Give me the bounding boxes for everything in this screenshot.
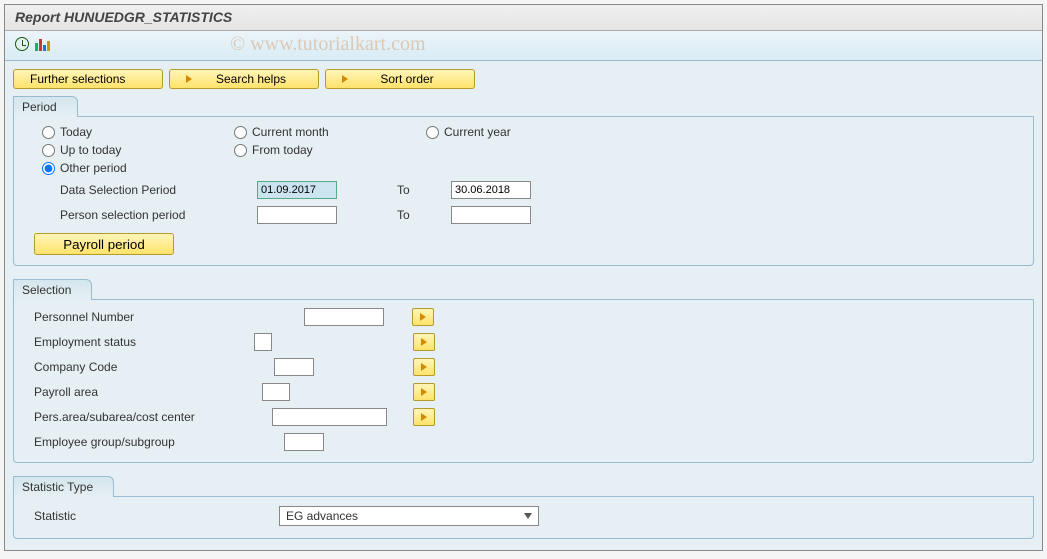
radio-up-to-today[interactable]: Up to today (42, 143, 162, 157)
statistic-group: Statistic EG advances (13, 496, 1034, 539)
company-code-label: Company Code (34, 360, 274, 374)
employee-group-label: Employee group/subgroup (34, 435, 284, 449)
variants-icon[interactable] (35, 37, 50, 54)
data-selection-from-input[interactable] (257, 181, 337, 199)
data-selection-to-input[interactable] (451, 181, 531, 199)
pers-area-input[interactable] (272, 408, 387, 426)
arrow-right-icon (420, 313, 426, 321)
to-label: To (397, 208, 451, 222)
statistic-select-value: EG advances (286, 509, 358, 523)
arrow-right-icon (421, 388, 427, 396)
employment-status-label: Employment status (34, 335, 254, 349)
pers-area-more-button[interactable] (413, 408, 435, 426)
company-code-input[interactable] (274, 358, 314, 376)
chevron-down-icon (524, 513, 532, 519)
pers-area-label: Pers.area/subarea/cost center (34, 410, 272, 424)
search-helps-button[interactable]: Search helps (169, 69, 319, 89)
to-label: To (397, 183, 451, 197)
arrow-right-icon (421, 338, 427, 346)
page-title: Report HUNUEDGR_STATISTICS (5, 5, 1042, 31)
arrow-right-icon (421, 363, 427, 371)
payroll-area-label: Payroll area (34, 385, 262, 399)
payroll-period-button[interactable]: Payroll period (34, 233, 174, 255)
arrow-right-icon (421, 413, 427, 421)
personnel-number-label: Personnel Number (34, 310, 304, 324)
arrow-right-icon (186, 75, 192, 83)
personnel-number-input[interactable] (304, 308, 384, 326)
employee-group-input[interactable] (284, 433, 324, 451)
person-selection-from-input[interactable] (257, 206, 337, 224)
app-toolbar (5, 31, 1042, 61)
sort-order-button[interactable]: Sort order (325, 69, 475, 89)
statistic-label: Statistic (34, 509, 279, 523)
selection-group-title: Selection (13, 279, 92, 300)
data-selection-label: Data Selection Period (42, 183, 257, 197)
statistic-group-title: Statistic Type (13, 476, 114, 497)
company-code-more-button[interactable] (413, 358, 435, 376)
employment-status-more-button[interactable] (413, 333, 435, 351)
radio-today[interactable]: Today (42, 125, 162, 139)
period-group-title: Period (13, 96, 78, 117)
period-group: Today Current month Current year Up to t… (13, 116, 1034, 266)
execute-icon[interactable] (15, 37, 29, 54)
payroll-area-more-button[interactable] (413, 383, 435, 401)
further-selections-button[interactable]: Further selections (13, 69, 163, 89)
arrow-right-icon (342, 75, 348, 83)
radio-other-period[interactable]: Other period (42, 161, 162, 175)
person-selection-label: Person selection period (42, 208, 257, 222)
selection-group: Personnel Number Employment status Compa… (13, 299, 1034, 463)
statistic-select[interactable]: EG advances (279, 506, 539, 526)
employment-status-input[interactable] (254, 333, 272, 351)
radio-current-year[interactable]: Current year (426, 125, 546, 139)
radio-current-month[interactable]: Current month (234, 125, 354, 139)
person-selection-to-input[interactable] (451, 206, 531, 224)
personnel-number-more-button[interactable] (412, 308, 434, 326)
radio-from-today[interactable]: From today (234, 143, 354, 157)
payroll-area-input[interactable] (262, 383, 290, 401)
